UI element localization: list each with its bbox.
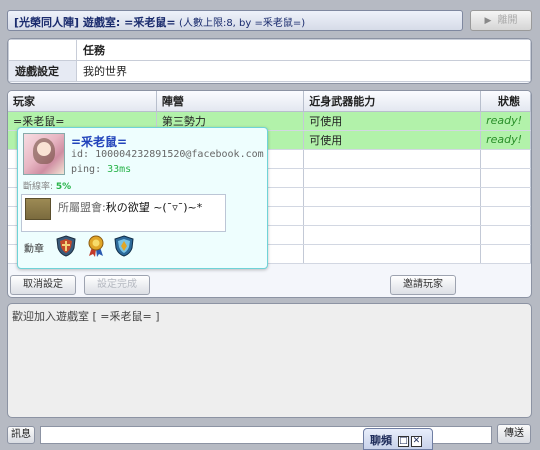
melee-cell: 可使用	[303, 130, 482, 150]
maximize-icon[interactable]: □	[397, 435, 409, 447]
disconnect-rate-label: 斷線率:	[23, 182, 56, 192]
players-header-row: 玩家 陣營 近身武器能力 狀態	[8, 91, 531, 112]
chat-welcome-message: 歡迎加入遊戲室 [ =釆老鼠= ]	[12, 310, 160, 323]
avatar	[23, 133, 65, 175]
shield-medal-icon	[56, 235, 76, 257]
column-header-player: 玩家	[8, 91, 157, 112]
players-button-row: 取消設定 設定完成 邀請玩家	[8, 272, 531, 296]
guild-box: 所屬盟會:秋の欲望 ~(¯▿¯)~*	[21, 194, 226, 232]
melee-cell: 可使用	[303, 111, 482, 131]
guild-name: 秋の欲望 ~(¯▿¯)~*	[105, 201, 203, 214]
disconnect-rate-value: 5%	[55, 182, 72, 192]
settings-done-button[interactable]: 設定完成	[84, 275, 150, 295]
popup-player-name: =釆老鼠=	[71, 135, 128, 149]
guild-emblem-icon	[25, 198, 51, 220]
settings-panel: 任務 遊戲設定 我的世界	[7, 38, 532, 84]
guild-label: 所屬盟會:	[58, 201, 106, 214]
leave-button-label: 離開	[497, 15, 518, 26]
chat-channel-tab[interactable]: 聊頻 □ ✕	[363, 428, 433, 450]
play-arrow-icon: ▶	[484, 16, 492, 26]
room-meta: (人數上限:8, by =釆老鼠=)	[179, 18, 306, 29]
settings-row-label: 遊戲設定	[8, 60, 77, 82]
player-info-popup: =釆老鼠= id: 100004232891520@facebook.com p…	[17, 127, 268, 269]
room-title-bar: [光榮同人陣] 遊戲室: =釆老鼠= (人數上限:8, by =釆老鼠=)	[7, 10, 463, 31]
settings-column-header: 任務	[76, 39, 531, 61]
channel-label: 聊頻	[370, 434, 392, 447]
close-icon[interactable]: ✕	[410, 435, 422, 447]
column-header-team: 陣營	[156, 91, 305, 112]
guild-info: 所屬盟會:秋の欲望 ~(¯▿¯)~*	[58, 199, 202, 215]
cancel-settings-button[interactable]: 取消設定	[10, 275, 76, 295]
message-button[interactable]: 訊息	[7, 426, 35, 444]
column-header-melee: 近身武器能力	[303, 91, 482, 112]
popup-disconnect-rate: 斷線率: 5%	[23, 179, 71, 192]
popup-ping: ping: 33ms	[71, 164, 131, 175]
room-title: [光榮同人陣] 遊戲室: =釆老鼠=	[14, 16, 176, 29]
status-cell: ready!	[480, 111, 531, 131]
popup-player-id: id: 100004232891520@facebook.com	[71, 149, 264, 160]
send-button[interactable]: 傳送	[497, 424, 531, 444]
medal-label: 勳章	[24, 244, 44, 255]
settings-row-value[interactable]: 我的世界	[76, 60, 531, 82]
settings-table: 任務 遊戲設定 我的世界	[8, 39, 531, 82]
invite-player-button[interactable]: 邀請玩家	[390, 275, 456, 295]
ping-value: 33ms	[107, 164, 132, 175]
column-header-status: 狀態	[480, 91, 531, 112]
leave-button[interactable]: ▶ 離開	[470, 10, 532, 31]
crest-medal-icon	[114, 235, 134, 257]
status-cell: ready!	[480, 130, 531, 150]
ping-label: ping:	[71, 164, 108, 175]
settings-corner	[8, 39, 77, 61]
chat-panel: 歡迎加入遊戲室 [ =釆老鼠= ]	[7, 303, 532, 418]
rosette-medal-icon	[88, 235, 104, 257]
